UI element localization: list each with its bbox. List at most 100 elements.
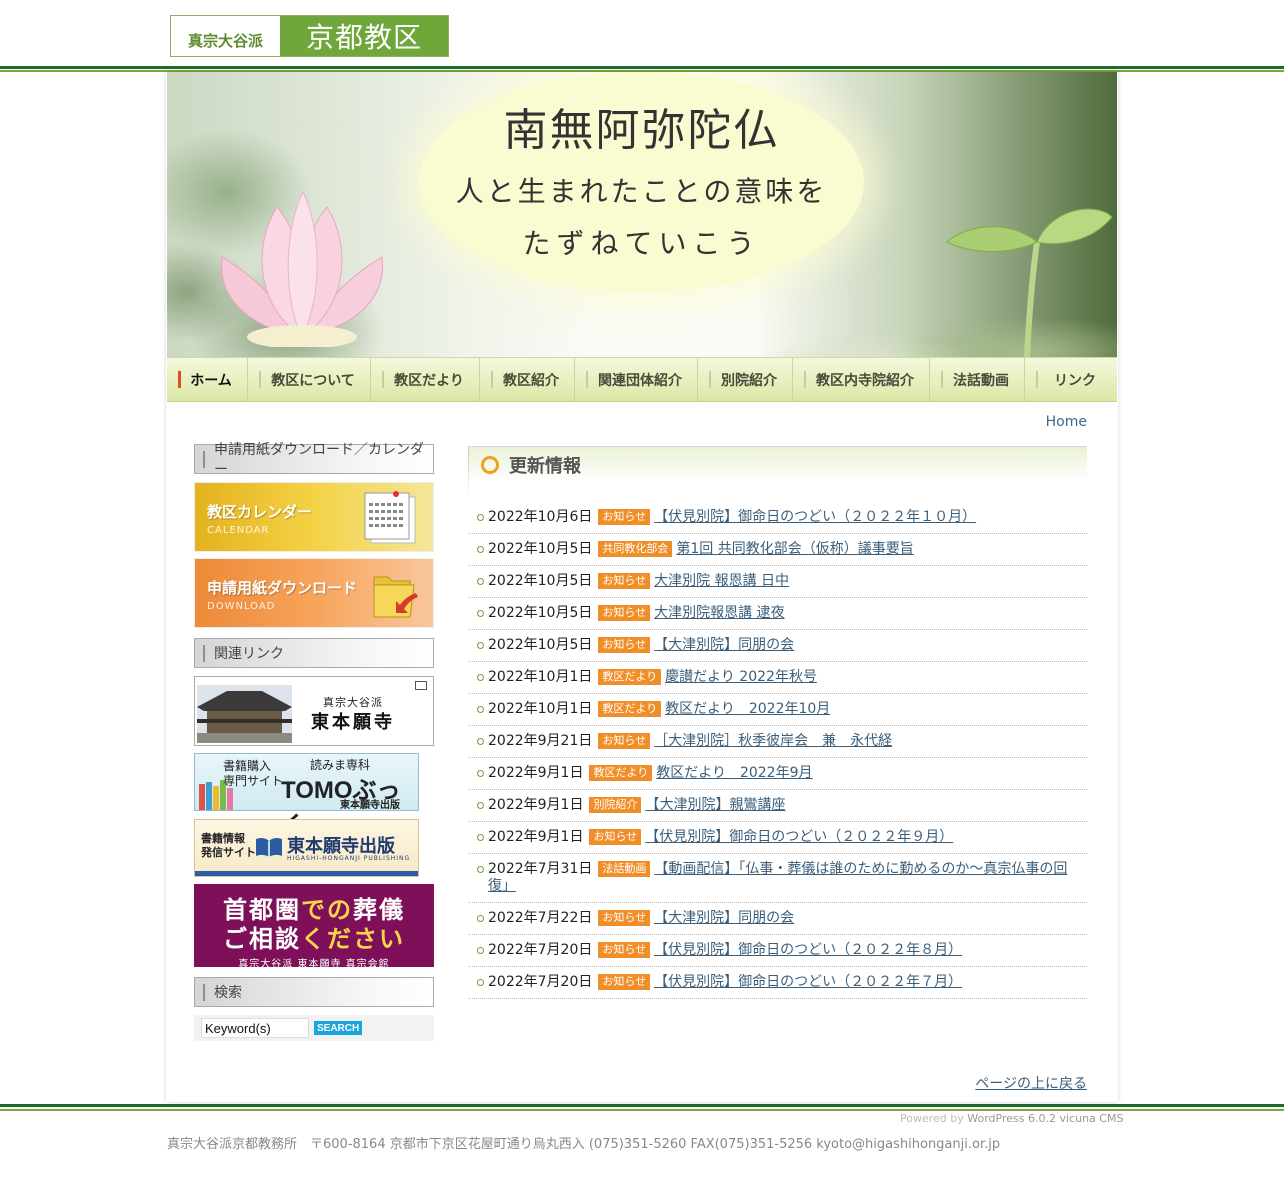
calendar-banner-sub: CALENDAR: [207, 525, 270, 536]
news-category-badge: お知らせ: [598, 910, 651, 926]
news-title-link[interactable]: ［大津別院］秋季彼岸会 兼 永代経: [654, 733, 892, 749]
news-list: 2022年10月6日 お知らせ 【伏見別院】御命日のつどい（２０２２年１０月） 202…: [468, 502, 1087, 999]
nav-temples[interactable]: 教区内寺院紹介: [793, 358, 930, 401]
news-item: 2022年10月5日 共同教化部会 第1回 共同教化部会（仮称）議事要旨: [468, 534, 1087, 566]
news-date: 2022年9月1日: [488, 829, 584, 845]
search-button[interactable]: SEARCH: [314, 1021, 363, 1035]
news-category-badge: お知らせ: [598, 605, 651, 621]
nav-dharma-videos[interactable]: 法話動画: [930, 358, 1025, 401]
banner-line-1: 南無阿弥陀仏: [503, 105, 780, 156]
nav-home[interactable]: ホーム: [167, 358, 248, 401]
news-heading-rule: [468, 447, 469, 499]
site-logo[interactable]: 真宗大谷派 京都教区: [170, 15, 449, 57]
pub-bar: [195, 871, 418, 876]
logo-diocese-text: 京都教区: [280, 16, 448, 56]
pub-line-1: 書籍情報: [201, 832, 245, 845]
funeral-consult-banner[interactable]: 首都圏での葬儀 ご相談ください 真宗大谷派 東本願寺 真宗会館: [194, 884, 434, 970]
sprout-image: [946, 208, 1113, 357]
download-banner-title: 申請用紙ダウンロード: [207, 579, 358, 597]
vicuna-link[interactable]: vicuna CMS: [1059, 1112, 1123, 1125]
sidebar-heading-links: 関連リンク: [194, 638, 434, 668]
funeral-l2a: ご相談: [223, 925, 301, 953]
news-title-link[interactable]: 【大津別院】同朋の会: [654, 637, 794, 653]
higashi-honganji-link[interactable]: 真宗大谷派 東本願寺: [194, 676, 434, 746]
news-category-badge: お知らせ: [598, 637, 651, 653]
pub-line-2: 発信サイト: [201, 846, 256, 859]
news-category-badge: 別院紹介: [589, 797, 642, 813]
back-to-top-link[interactable]: ページの上に戻る: [975, 1073, 1087, 1093]
news-category-badge: お知らせ: [598, 974, 651, 990]
funeral-line-3: 真宗大谷派 東本願寺 真宗会館: [238, 959, 390, 970]
news-title-link[interactable]: 慶讃だより 2022年秋号: [665, 669, 817, 685]
folder-download-icon: [373, 576, 418, 618]
footer-rule: [0, 1104, 1284, 1107]
nav-links[interactable]: リンク: [1025, 358, 1117, 401]
news-category-badge: お知らせ: [598, 509, 651, 525]
logo-sect-text: 真宗大谷派: [171, 16, 280, 56]
footer-address: 真宗大谷派京都教務所 〒600-8164 京都市下京区花屋町通り烏丸西入 (07…: [167, 1137, 1001, 1152]
news-title-link[interactable]: 【伏見別院】御命日のつどい（２０２２年８月）: [654, 942, 962, 958]
news-date: 2022年10月5日: [488, 541, 593, 557]
publishing-link[interactable]: 書籍情報 発信サイト 東本願寺出版 HIGASHI-HONGANJI PUBLIS…: [194, 819, 419, 877]
wordpress-link[interactable]: WordPress 6.0.2: [967, 1112, 1056, 1125]
circle-icon: [481, 455, 499, 474]
tomo-book-link[interactable]: 書籍購入専門サイト 読みま専科 TOMOぶっく 東本願寺出版: [194, 753, 419, 839]
news-title-link[interactable]: 大津別院 報恩講 日中: [654, 573, 789, 589]
powered-label: Powered by: [900, 1112, 964, 1125]
nav-diocese-intro-label: 教区紹介: [503, 372, 559, 389]
news-title: 更新情報: [509, 455, 581, 477]
main-nav: ホーム 教区について 教区だより 教区紹介 関連団体紹介 別院紹介 教区内寺院紹…: [167, 357, 1117, 402]
news-title-link[interactable]: 【大津別院】同朋の会: [654, 910, 794, 926]
nav-betsuin[interactable]: 別院紹介: [698, 358, 793, 401]
news-item: 2022年10月5日 お知らせ 大津別院報恩講 逮夜: [468, 598, 1087, 630]
news-title-link[interactable]: 【伏見別院】御命日のつどい（２０２２年７月）: [654, 974, 962, 990]
search-input[interactable]: [201, 1018, 309, 1038]
footer-rule-light: [0, 1109, 1284, 1111]
calendar-banner[interactable]: 教区カレンダー CALENDAR: [194, 482, 434, 552]
news-title-link[interactable]: 【伏見別院】御命日のつどい（２０２２年９月）: [645, 829, 953, 845]
funeral-l1a: 首都圏: [223, 896, 301, 924]
news-category-badge: お知らせ: [598, 733, 651, 749]
funeral-l2b: ください: [301, 925, 405, 953]
news-title-link[interactable]: 教区だより 2022年10月: [665, 701, 830, 717]
news-category-badge: 教区だより: [598, 669, 662, 685]
tomo-line-2: 専門サイト: [223, 774, 284, 788]
sidebar-heading-search: 検索: [194, 977, 434, 1007]
funeral-line-1: 首都圏での葬儀: [194, 890, 434, 925]
tomo-publisher: 東本願寺出版: [340, 800, 400, 811]
tomo-line-1: 書籍購入: [223, 759, 272, 773]
nav-newsletter[interactable]: 教区だより: [371, 358, 480, 401]
news-date: 2022年7月20日: [488, 942, 593, 958]
news-title-link[interactable]: 【大津別院】親鸞講座: [645, 797, 785, 813]
lotus-flower-image: [220, 190, 384, 347]
news-category-badge: 教区だより: [589, 765, 653, 781]
news-date: 2022年10月5日: [488, 637, 593, 653]
banner-line-2: 人と生まれたことの意味を: [455, 175, 828, 208]
news-item: 2022年10月1日 教区だより 教区だより 2022年10月: [468, 694, 1087, 726]
news-item: 2022年9月21日 お知らせ ［大津別院］秋季彼岸会 兼 永代経: [468, 726, 1087, 758]
pub-roman: HIGASHI-HONGANJI PUBLISHING: [287, 855, 411, 862]
news-title-link[interactable]: 【伏見別院】御命日のつどい（２０２２年１０月）: [654, 509, 976, 525]
news-title-link[interactable]: 教区だより 2022年9月: [656, 765, 812, 781]
news-title-link[interactable]: 大津別院報恩講 逮夜: [654, 605, 784, 621]
news-item: 2022年7月20日 お知らせ 【伏見別院】御命日のつどい（２０２２年８月）: [468, 935, 1087, 967]
news-item: 2022年9月1日 教区だより 教区だより 2022年9月: [468, 758, 1087, 790]
nav-about[interactable]: 教区について: [248, 358, 371, 401]
breadcrumb-home[interactable]: Home: [1046, 414, 1087, 430]
hero-banner: 南無阿弥陀仏 人と生まれたことの意味を たずねていこう: [167, 72, 1117, 357]
nav-related-orgs-label: 関連団体紹介: [598, 372, 682, 389]
calendar-banner-title: 教区カレンダー: [207, 503, 313, 521]
news-date: 2022年10月1日: [488, 701, 593, 717]
news-item: 2022年10月6日 お知らせ 【伏見別院】御命日のつどい（２０２２年１０月）: [468, 502, 1087, 534]
nav-diocese-intro[interactable]: 教区紹介: [480, 358, 575, 401]
news-date: 2022年9月1日: [488, 765, 584, 781]
download-banner[interactable]: 申請用紙ダウンロード DOWNLOAD: [194, 558, 434, 628]
news-date: 2022年9月21日: [488, 733, 593, 749]
news-date: 2022年10月1日: [488, 669, 593, 685]
nav-related-orgs[interactable]: 関連団体紹介: [575, 358, 698, 401]
nav-home-label: ホーム: [190, 372, 232, 389]
temple-image: [197, 685, 292, 743]
tomo-desc-line-1: 書籍購入 専門サイト: [223, 759, 283, 789]
news-title-link[interactable]: 第1回 共同教化部会（仮称）議事要旨: [676, 541, 913, 557]
nav-temples-label: 教区内寺院紹介: [816, 372, 914, 389]
